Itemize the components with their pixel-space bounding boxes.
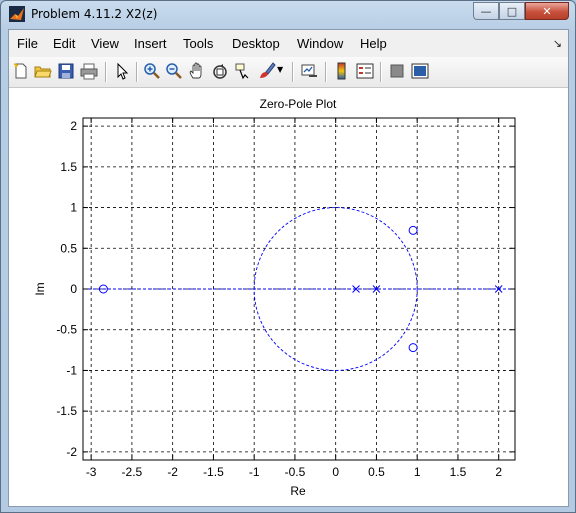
x-tick-label: -2.5 (122, 465, 143, 479)
unit-circle-layer (83, 207, 515, 371)
menu-tools[interactable]: Tools (183, 36, 213, 51)
figure-toolbar: ▼ (9, 57, 568, 88)
y-tick-label: 0 (70, 282, 77, 296)
menu-desktop[interactable]: Desktop (232, 36, 280, 51)
matlab-app-icon (9, 6, 25, 22)
menu-insert[interactable]: Insert (134, 36, 167, 51)
menu-bar: File Edit View Insert Tools Desktop Wind… (9, 30, 568, 58)
y-axis-label: Im (33, 282, 47, 295)
y-tick-label: 1 (70, 201, 77, 215)
y-tick-label: 0.5 (60, 241, 77, 255)
zero-marker (408, 225, 418, 235)
close-icon: ✕ (542, 4, 552, 18)
x-tick-label: 0.5 (368, 465, 385, 479)
menu-file[interactable]: File (17, 36, 38, 51)
y-tick-label: 2 (70, 119, 77, 133)
data-cursor-icon[interactable] (234, 62, 252, 80)
x-tick-label: 1 (414, 465, 421, 479)
x-axis-label: Re (290, 484, 306, 498)
x-tick-label: -3 (86, 465, 97, 479)
y-tick-label: 1.5 (60, 160, 77, 174)
figure-client-area: File Edit View Insert Tools Desktop Wind… (8, 29, 569, 507)
toolbar-separator (292, 62, 294, 82)
minimize-icon: — (480, 4, 492, 18)
toolbar-separator (325, 62, 327, 82)
show-plot-tools-icon[interactable] (411, 62, 429, 80)
menu-edit[interactable]: Edit (53, 36, 75, 51)
menu-view[interactable]: View (91, 36, 119, 51)
y-tick-label: -0.5 (56, 323, 77, 337)
legend-icon[interactable] (356, 62, 374, 80)
open-file-icon[interactable] (34, 62, 52, 80)
y-tick-label: -2 (66, 445, 77, 459)
select-arrow-icon[interactable] (113, 62, 131, 80)
y-tick-label: -1.5 (56, 404, 77, 418)
figure-canvas[interactable]: Zero-Pole Plot -3 -2.5 -2 -1.5 -1 -0.5 0 0.5 1 1.… (9, 88, 568, 506)
menu-window[interactable]: Window (297, 36, 343, 51)
toolbar-separator (105, 62, 107, 82)
brush-icon[interactable] (258, 62, 276, 80)
colorbar-icon[interactable] (333, 62, 351, 80)
x-tick-label: -2 (167, 465, 178, 479)
x-tick-label: -0.5 (285, 465, 306, 479)
print-icon[interactable] (80, 62, 98, 80)
toolbar-separator (136, 62, 138, 82)
zero-marker (408, 343, 418, 353)
figure-window: Problem 4.11.2 X2(z) — □ ✕ File Edit Vie… (0, 0, 576, 513)
y-tick-label: -1 (66, 363, 77, 377)
x-tick-label: 0 (332, 465, 339, 479)
plot-title: Zero-Pole Plot (260, 97, 337, 111)
close-button[interactable]: ✕ (525, 2, 569, 20)
menu-help[interactable]: Help (360, 36, 387, 51)
x-tick-label: -1.5 (203, 465, 224, 479)
link-plot-icon[interactable] (300, 62, 318, 80)
zoom-in-icon[interactable] (143, 62, 161, 80)
dock-arrow-icon[interactable]: ↘ (553, 37, 562, 50)
x-tick-label: 1.5 (450, 465, 467, 479)
hide-plot-tools-icon[interactable] (388, 62, 406, 80)
maximize-button[interactable]: □ (499, 2, 525, 20)
maximize-icon: □ (506, 4, 518, 18)
minimize-button[interactable]: — (473, 2, 499, 20)
toolbar-separator (380, 62, 382, 82)
pan-hand-icon[interactable] (188, 62, 206, 80)
zero-pole-plot[interactable]: Zero-Pole Plot -3 -2.5 -2 -1.5 -1 -0.5 0 0.5 1 1.… (9, 88, 568, 506)
brush-dropdown-icon[interactable]: ▼ (277, 65, 285, 83)
x-tick-label: 2 (495, 465, 502, 479)
save-icon[interactable] (57, 62, 75, 80)
rotate-3d-icon[interactable] (211, 62, 229, 80)
new-figure-icon[interactable] (12, 62, 30, 80)
title-bar[interactable]: Problem 4.11.2 X2(z) — □ ✕ (1, 1, 575, 29)
x-tick-label: -1 (249, 465, 260, 479)
window-title: Problem 4.11.2 X2(z) (31, 7, 158, 21)
axis-ticks: -3 -2.5 -2 -1.5 -1 -0.5 0 0.5 1 1.5 2 2 1.5 1 0.5 0 -0.5… (56, 118, 515, 479)
zoom-out-icon[interactable] (165, 62, 183, 80)
